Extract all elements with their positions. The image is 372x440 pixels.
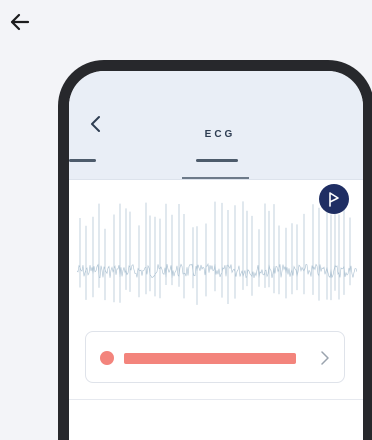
chevron-right-icon <box>321 351 329 365</box>
screen-title: ECG <box>204 129 236 140</box>
ecg-recording-card[interactable] <box>85 331 345 383</box>
play-button[interactable] <box>319 184 349 214</box>
back-arrow-icon[interactable] <box>8 10 32 34</box>
ecg-waveform <box>77 201 357 305</box>
active-tab-underline <box>182 177 249 179</box>
recording-label-placeholder <box>124 353 296 364</box>
ecg-noise-trace <box>77 262 357 279</box>
status-dot <box>100 351 114 365</box>
divider <box>69 399 363 400</box>
screen-header: ECG <box>69 71 363 180</box>
tab-indicator-ecg[interactable] <box>196 159 238 162</box>
play-icon <box>329 192 339 207</box>
tab-indicator-left[interactable] <box>69 159 96 162</box>
phone-mockup: ECG <box>58 60 372 440</box>
